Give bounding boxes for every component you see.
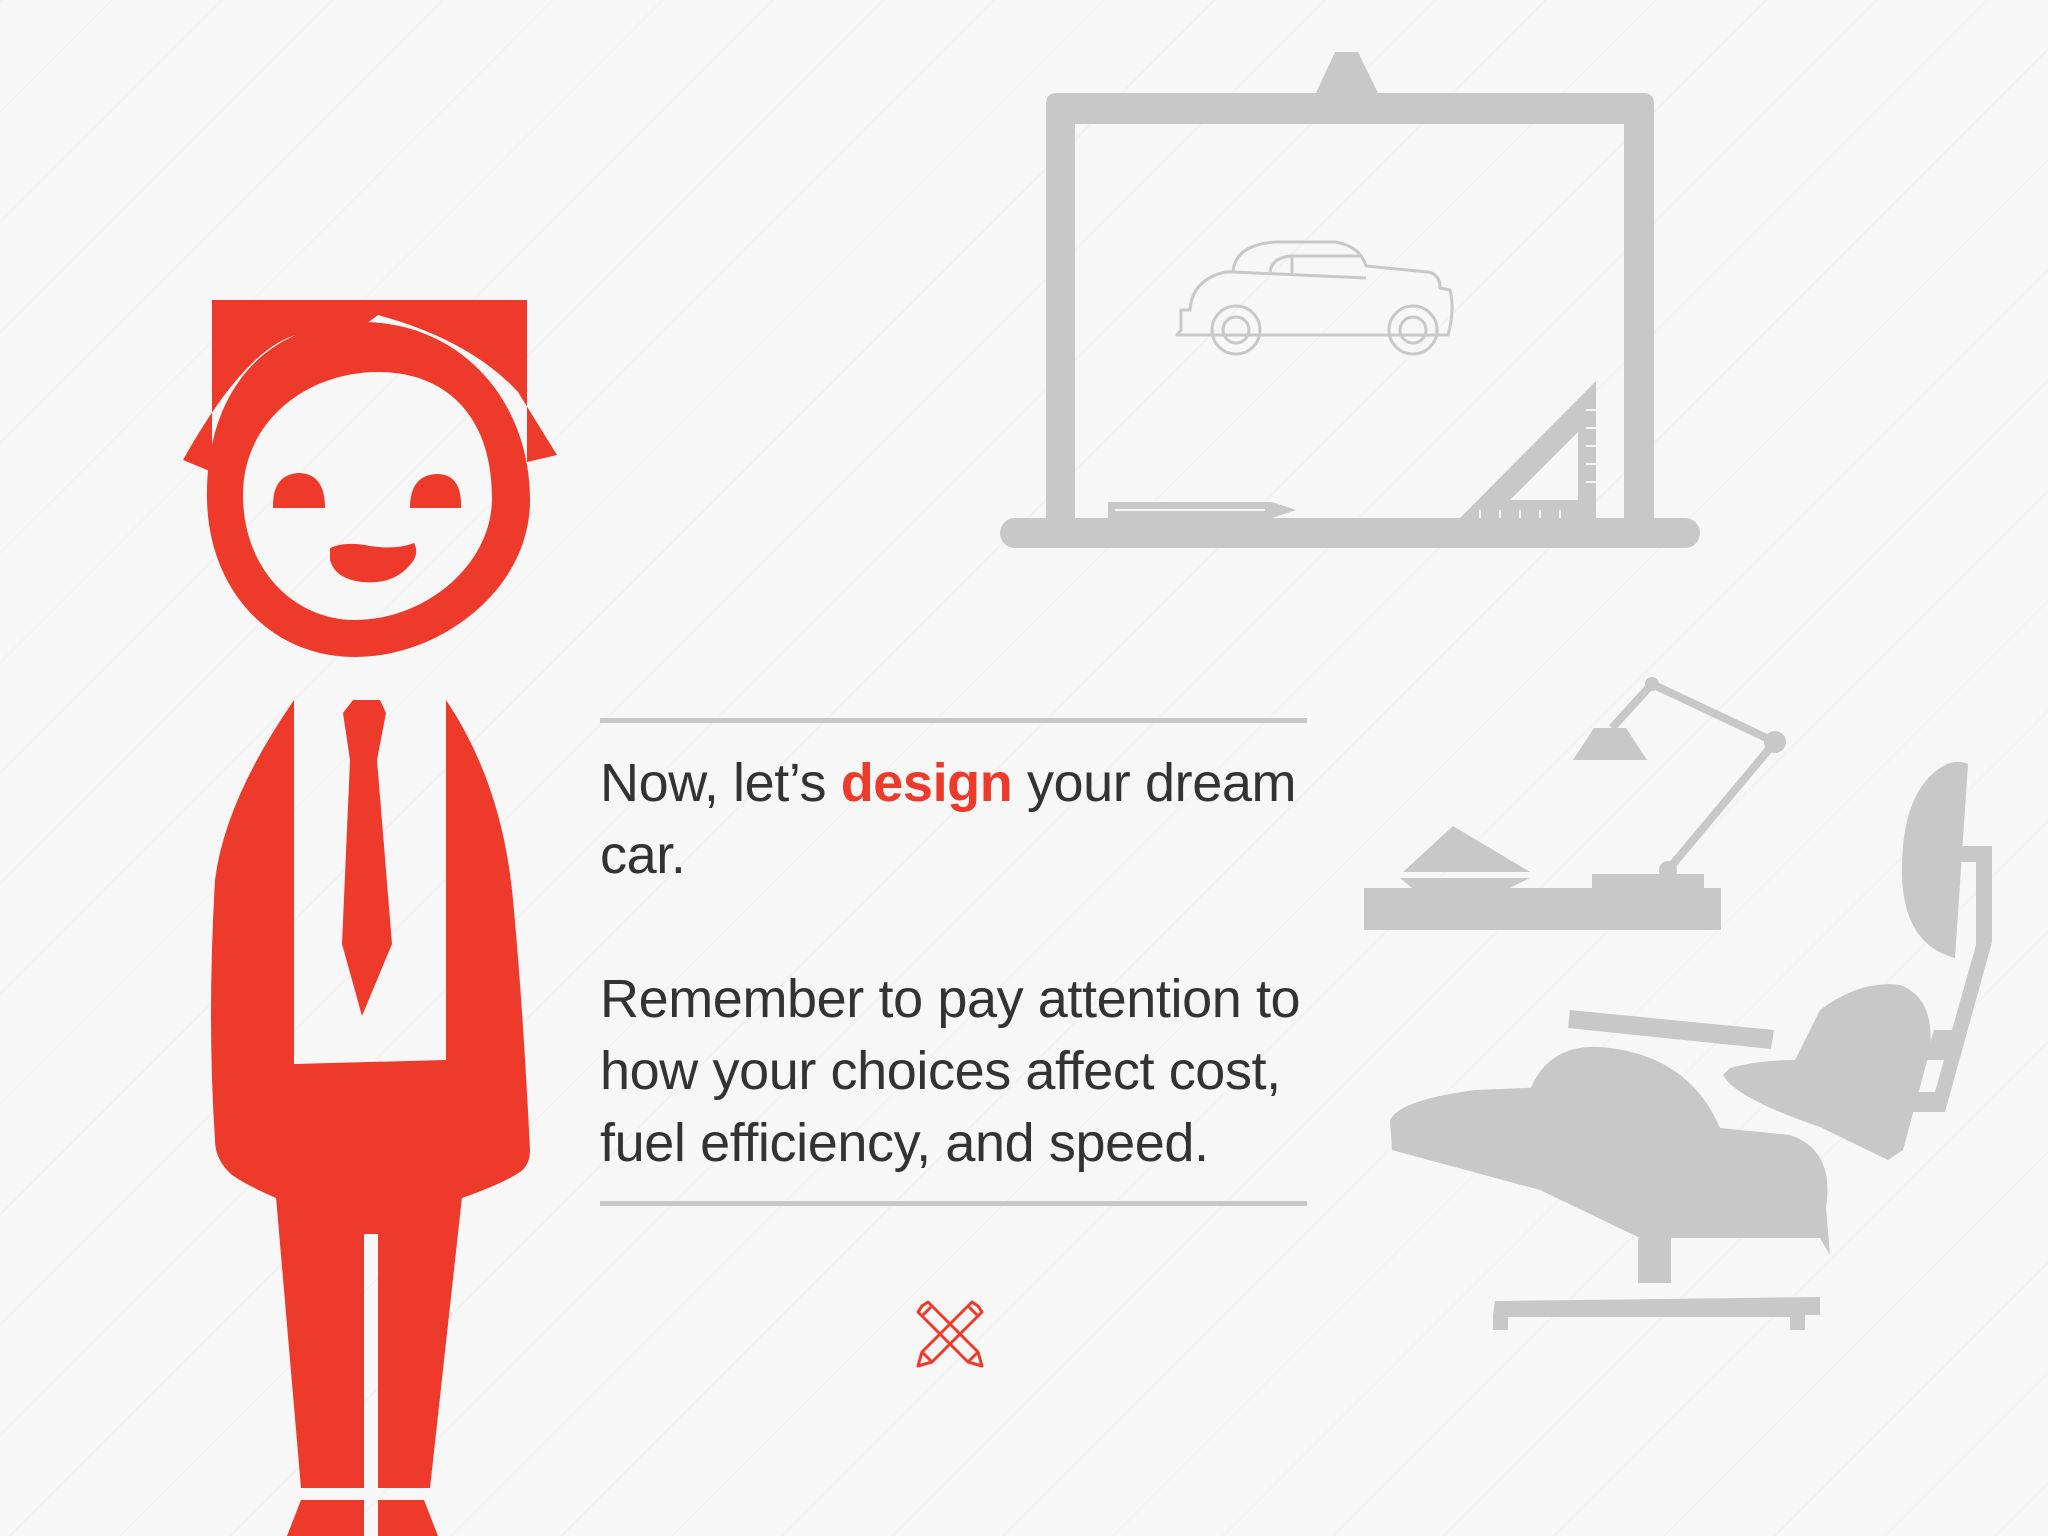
highlight-word-design: design: [840, 753, 1013, 813]
bottom-divider: [600, 1201, 1307, 1206]
intro-text-start: Now, let’s: [600, 753, 841, 813]
intro-headline: Now, let’s design your dream car.: [600, 747, 1307, 891]
car-sketch-icon: [1175, 240, 1454, 356]
drawing-board: [1000, 52, 1700, 548]
crossed-pencils-icon: [916, 1300, 984, 1368]
intro-panel: Now, let’s design your dream car. Rememb…: [600, 718, 1307, 1206]
desk-with-lamp: [1364, 677, 1786, 930]
designer-character: [183, 300, 557, 1536]
intro-reminder: Remember to pay attention to how your ch…: [600, 969, 1301, 1173]
start-design-button[interactable]: [912, 1298, 988, 1374]
top-divider: [600, 718, 1307, 723]
